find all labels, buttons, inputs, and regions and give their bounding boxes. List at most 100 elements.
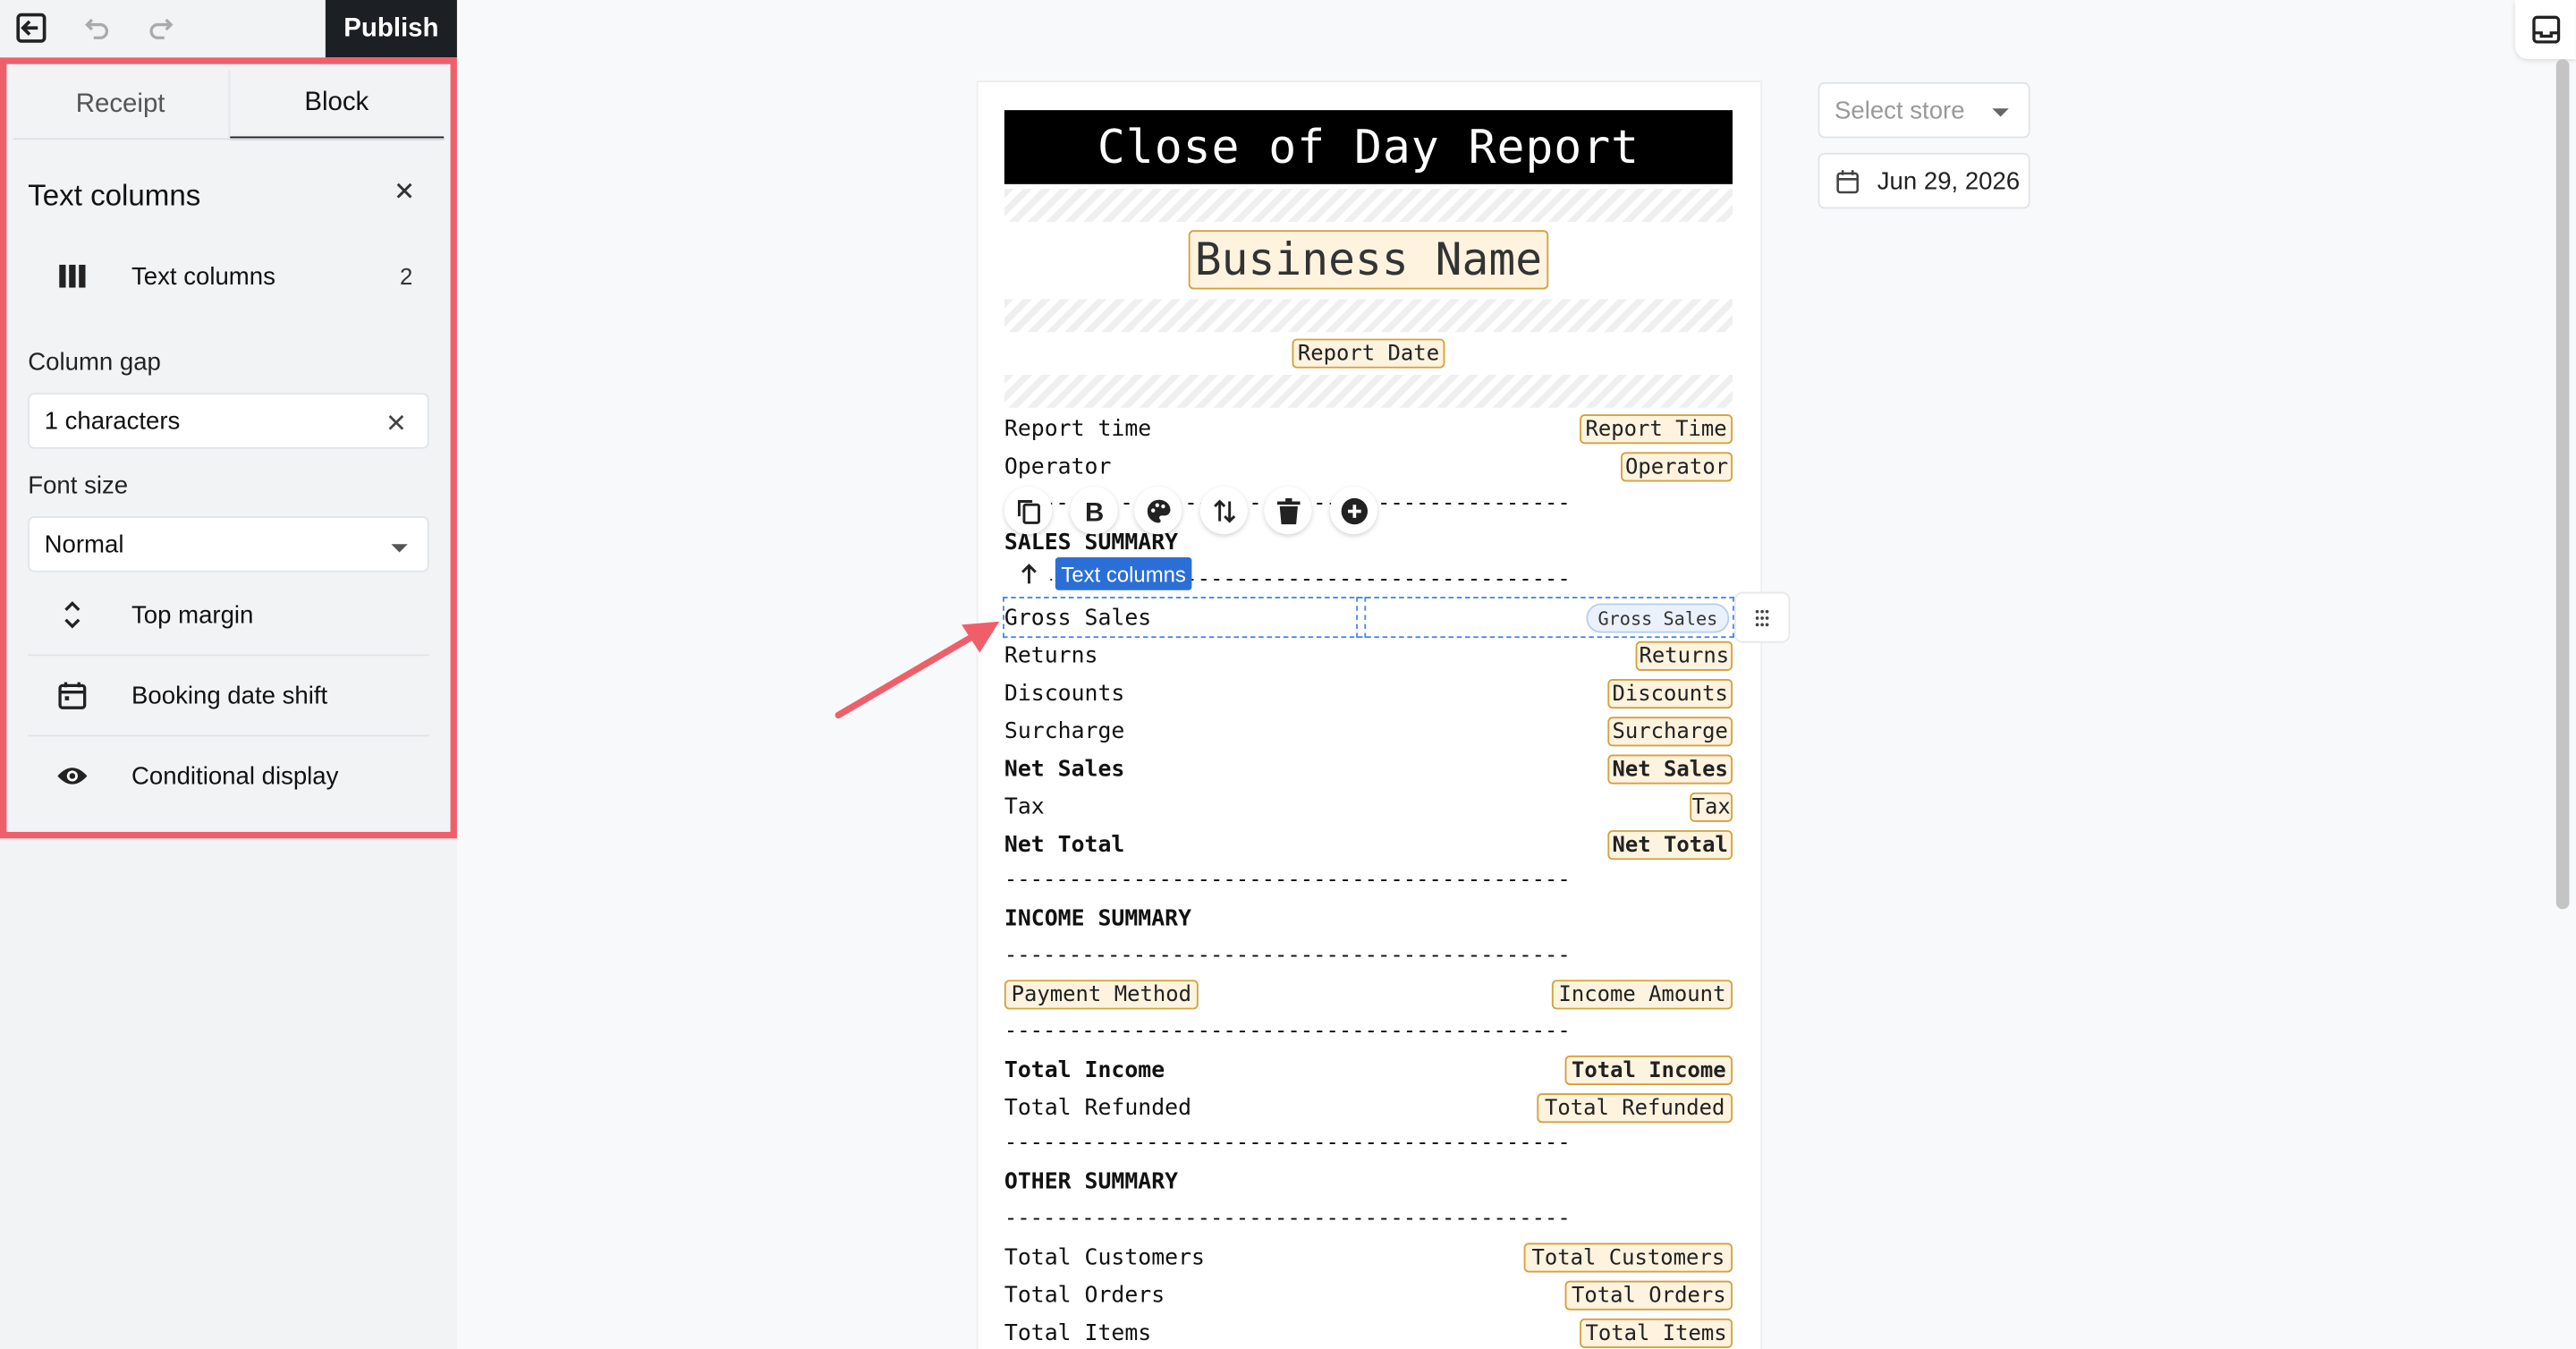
- discounts-placeholder[interactable]: Discounts: [1607, 679, 1733, 709]
- chevron-down-icon: [391, 544, 408, 553]
- exit-icon[interactable]: [10, 8, 53, 47]
- column-gap-value: 1 characters: [44, 406, 181, 436]
- calendar-icon: [53, 675, 92, 715]
- report-time-label: Report time: [1004, 415, 1152, 443]
- total-income-label: Total Income: [1004, 1056, 1165, 1084]
- surcharge-placeholder[interactable]: Surcharge: [1607, 717, 1733, 747]
- arrow-up-icon[interactable]: [1007, 556, 1051, 592]
- columns-icon: [53, 257, 92, 296]
- total-orders-label: Total Orders: [1004, 1282, 1165, 1309]
- top-margin-setting[interactable]: Top margin: [28, 577, 428, 653]
- returns-label: Returns: [1004, 642, 1098, 669]
- bold-button[interactable]: B: [1070, 486, 1118, 535]
- spacer-block[interactable]: [1004, 189, 1733, 223]
- column-gap-label: Column gap: [28, 348, 161, 377]
- total-refunded-placeholder[interactable]: Total Refunded: [1537, 1093, 1733, 1124]
- scrollbar-thumb[interactable]: [2555, 59, 2570, 910]
- separator-line: ----------------------------------------…: [1004, 1019, 1571, 1045]
- surcharge-label: Surcharge: [1004, 718, 1125, 745]
- swap-vertical-icon: [1213, 498, 1235, 522]
- tabs-divider: [13, 138, 445, 140]
- text-columns-setting[interactable]: Text columns 2: [28, 238, 428, 314]
- trash-icon: [1276, 496, 1300, 524]
- store-select[interactable]: Select store: [1818, 81, 2030, 139]
- text-columns-count: 2: [399, 263, 413, 290]
- total-refunded-label: Total Refunded: [1004, 1094, 1192, 1122]
- net-sales-label: Net Sales: [1004, 756, 1125, 783]
- editor-screen: Publish Receipt Block Text columns Text …: [0, 0, 2576, 1349]
- discounts-label: Discounts: [1004, 680, 1125, 708]
- text-columns-label: Text columns: [131, 262, 275, 291]
- date-value: Jun 29, 2026: [1877, 166, 2021, 195]
- report-time-placeholder[interactable]: Report Time: [1580, 414, 1733, 445]
- column-divider[interactable]: [1356, 597, 1367, 639]
- booking-date-shift-label: Booking date shift: [131, 681, 328, 710]
- panel-title: Text columns: [28, 179, 201, 213]
- booking-date-shift-setting[interactable]: Booking date shift: [28, 658, 428, 734]
- total-orders-placeholder[interactable]: Total Orders: [1564, 1280, 1733, 1311]
- separator-line: ----------------------------------------…: [1004, 1131, 1571, 1156]
- net-sales-placeholder[interactable]: Net Sales: [1607, 754, 1733, 785]
- column-gap-field[interactable]: 1 characters: [28, 393, 429, 449]
- operator-placeholder[interactable]: Operator: [1621, 452, 1733, 482]
- close-icon[interactable]: [391, 177, 417, 203]
- tab-block[interactable]: Block: [229, 71, 445, 140]
- divider: [28, 734, 429, 737]
- conditional-display-label: Conditional display: [131, 761, 339, 791]
- separator-line: ----------------------------------------…: [1004, 868, 1571, 893]
- report-date-placeholder[interactable]: Report Date: [1292, 338, 1445, 369]
- divider: [28, 654, 429, 657]
- payment-method-placeholder[interactable]: Payment Method: [1004, 980, 1199, 1010]
- income-amount-placeholder[interactable]: Income Amount: [1551, 980, 1733, 1010]
- income-summary-heading: INCOME SUMMARY: [1004, 905, 1192, 933]
- svg-text:B: B: [1084, 497, 1103, 523]
- panel-toggle-button[interactable]: [2514, 0, 2576, 60]
- gross-sales-placeholder[interactable]: Gross Sales: [1586, 603, 1730, 633]
- redo-icon[interactable]: [140, 8, 182, 47]
- style-button[interactable]: [1134, 486, 1182, 535]
- operator-label: Operator: [1004, 454, 1112, 480]
- panel-tabs: Receipt Block: [13, 71, 445, 140]
- block-settings-panel: Receipt Block Text columns Text columns …: [0, 57, 457, 839]
- bold-icon: B: [1084, 497, 1103, 523]
- spacer-block[interactable]: [1004, 375, 1733, 408]
- net-total-placeholder[interactable]: Net Total: [1607, 830, 1733, 861]
- total-income-placeholder[interactable]: Total Income: [1564, 1055, 1733, 1085]
- eye-icon: [53, 756, 92, 795]
- delete-button[interactable]: [1264, 486, 1312, 535]
- tab-receipt[interactable]: Receipt: [13, 71, 230, 140]
- publish-button[interactable]: Publish: [325, 0, 457, 58]
- duplicate-button[interactable]: [1004, 486, 1053, 535]
- undo-icon[interactable]: [76, 8, 119, 47]
- chevron-down-icon: [1992, 108, 2009, 117]
- drag-handle-icon[interactable]: [1733, 591, 1791, 643]
- business-name-placeholder[interactable]: Business Name: [1188, 230, 1549, 290]
- conditional-display-setting[interactable]: Conditional display: [28, 738, 428, 814]
- tax-label: Tax: [1004, 793, 1045, 821]
- inbox-icon: [2531, 15, 2560, 44]
- returns-placeholder[interactable]: Returns: [1635, 641, 1733, 671]
- other-summary-heading: OTHER SUMMARY: [1004, 1168, 1179, 1196]
- font-size-value: Normal: [44, 530, 124, 558]
- report-title[interactable]: Close of Day Report: [1004, 110, 1733, 184]
- clear-icon[interactable]: [386, 411, 406, 430]
- separator-line: ----------------------------------------…: [1004, 943, 1571, 969]
- add-block-button[interactable]: [1329, 486, 1378, 535]
- palette-icon: [1146, 498, 1170, 522]
- top-margin-label: Top margin: [131, 600, 254, 629]
- date-picker[interactable]: Jun 29, 2026: [1818, 152, 2030, 209]
- font-size-select[interactable]: Normal: [28, 516, 429, 573]
- total-items-label: Total Items: [1004, 1319, 1152, 1347]
- move-button[interactable]: [1199, 486, 1248, 535]
- expand-vertical-icon: [53, 595, 92, 634]
- net-total-label: Net Total: [1004, 831, 1125, 859]
- plus-circle-icon: [1340, 496, 1368, 524]
- calendar-icon: [1836, 169, 1860, 200]
- total-items-placeholder[interactable]: Total Items: [1580, 1318, 1733, 1348]
- total-customers-placeholder[interactable]: Total Customers: [1523, 1243, 1733, 1273]
- selected-block-label[interactable]: Text columns: [1055, 557, 1192, 590]
- tax-placeholder[interactable]: Tax: [1690, 792, 1733, 822]
- duplicate-icon: [1017, 499, 1040, 523]
- spacer-block[interactable]: [1004, 299, 1733, 333]
- separator-line: ----------------------------------------…: [1004, 1206, 1571, 1232]
